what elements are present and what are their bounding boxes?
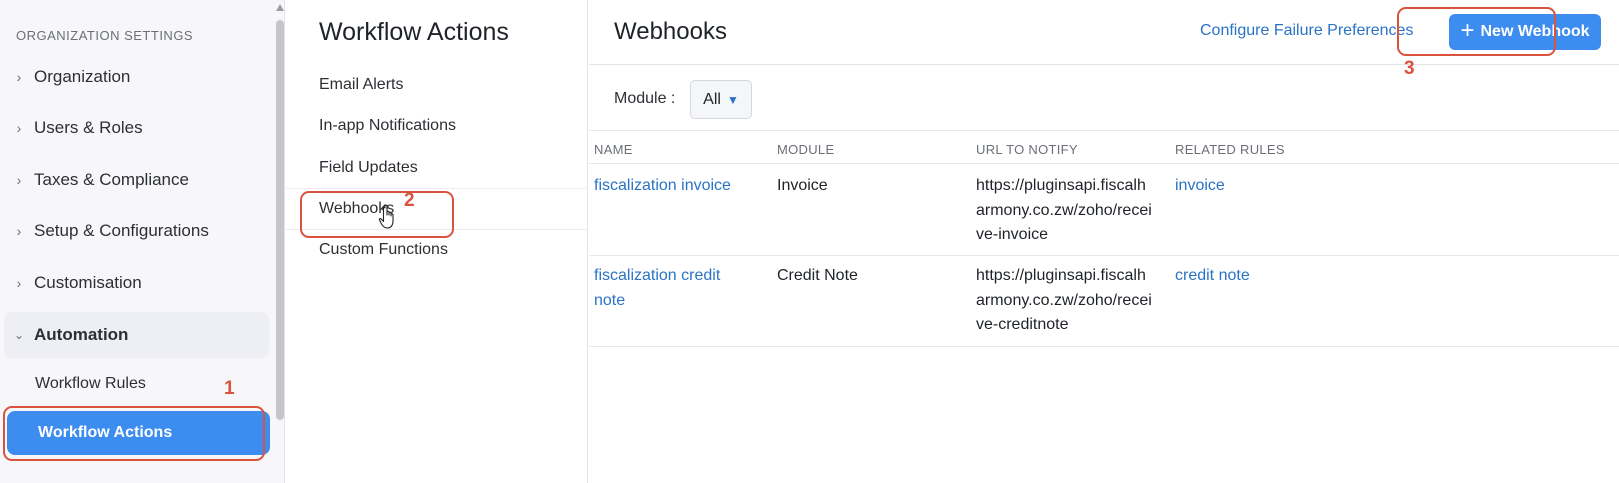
- sidebar-item-label: Organization: [34, 67, 131, 86]
- chevron-right-icon: ›: [16, 223, 22, 239]
- module-filter-value: All: [703, 90, 721, 108]
- webhook-name-line: fiscalization credit: [594, 267, 721, 284]
- page-title: Webhooks: [614, 18, 727, 45]
- sidebar-item-users-roles[interactable]: › Users & Roles: [4, 105, 269, 151]
- sidebar-item-label: Customisation: [34, 273, 142, 292]
- chevron-right-icon: ›: [16, 172, 22, 188]
- annotation-number-3: 3: [1404, 58, 1415, 79]
- webhook-module: Invoice: [777, 177, 828, 194]
- related-rule-link[interactable]: credit note: [1175, 264, 1250, 289]
- annotation-box-3: [1397, 7, 1556, 56]
- sidebar-item-customisation[interactable]: › Customisation: [4, 260, 269, 306]
- chevron-down-icon: ⌄: [13, 328, 25, 342]
- sidebar-item-label: Taxes & Compliance: [34, 170, 189, 189]
- related-rule-link[interactable]: invoice: [1175, 174, 1225, 199]
- webhook-module: Credit Note: [777, 267, 858, 284]
- sidebar-item-label: Automation: [34, 325, 129, 344]
- panel-title: Workflow Actions: [319, 18, 509, 46]
- workflow-actions-panel: Workflow Actions Email Alerts In-app Not…: [286, 0, 588, 483]
- sidebar-item-organization[interactable]: › Organization: [4, 54, 269, 100]
- annotation-number-2: 2: [404, 190, 415, 211]
- nav-item-in-app-notifications[interactable]: In-app Notifications: [286, 105, 588, 147]
- url-line: ve-invoice: [976, 226, 1049, 243]
- header-divider: [589, 64, 1619, 65]
- url-line: ve-creditnote: [976, 316, 1069, 333]
- chevron-right-icon: ›: [16, 69, 22, 85]
- column-header-related-rules: RELATED RULES: [1175, 142, 1285, 157]
- column-header-url: URL TO NOTIFY: [976, 142, 1078, 157]
- webhook-name-link[interactable]: fiscalization credit note: [594, 264, 720, 313]
- annotation-box-1: [3, 406, 265, 461]
- table-header-divider: [589, 163, 1619, 164]
- table-top-divider: [589, 130, 1619, 131]
- chevron-right-icon: ›: [16, 120, 22, 136]
- sidebar-header: ORGANIZATION SETTINGS: [16, 28, 194, 43]
- sidebar-item-automation[interactable]: ⌄ Automation: [4, 312, 269, 358]
- sidebar-item-taxes-compliance[interactable]: › Taxes & Compliance: [4, 157, 269, 203]
- webhooks-main: Webhooks Configure Failure Preferences +…: [589, 0, 1619, 483]
- webhook-url: https://pluginsapi.fiscalh armony.co.zw/…: [976, 264, 1152, 338]
- sidebar-scrollbar[interactable]: [275, 0, 284, 483]
- scrollbar-thumb[interactable]: [276, 20, 284, 420]
- sidebar-item-label: Setup & Configurations: [34, 221, 209, 240]
- sidebar-item-setup-configurations[interactable]: › Setup & Configurations: [4, 208, 269, 254]
- url-line: armony.co.zw/zoho/recei: [976, 201, 1152, 219]
- row-divider: [589, 255, 1619, 256]
- chevron-down-icon: ▼: [726, 92, 739, 107]
- module-filter-label: Module :: [614, 90, 676, 107]
- url-line: https://pluginsapi.fiscalh: [976, 177, 1146, 194]
- scroll-up-arrow-icon[interactable]: [276, 4, 284, 11]
- annotation-number-1: 1: [224, 378, 235, 399]
- webhook-url: https://pluginsapi.fiscalh armony.co.zw/…: [976, 174, 1152, 248]
- hand-cursor-icon: [378, 204, 394, 229]
- webhook-name-line: fiscalization invoice: [594, 177, 731, 194]
- column-header-name: NAME: [594, 142, 633, 157]
- module-filter-select[interactable]: All ▼: [690, 80, 752, 119]
- url-line: https://pluginsapi.fiscalh: [976, 267, 1146, 284]
- annotation-box-2: [300, 191, 454, 238]
- webhook-name-link[interactable]: fiscalization invoice: [594, 174, 731, 199]
- nav-item-field-updates[interactable]: Field Updates: [286, 147, 588, 189]
- configure-failure-preferences-link[interactable]: Configure Failure Preferences: [1200, 22, 1413, 40]
- nav-item-email-alerts[interactable]: Email Alerts: [286, 64, 588, 106]
- chevron-right-icon: ›: [16, 275, 22, 291]
- sidebar-item-label: Users & Roles: [34, 118, 143, 137]
- webhook-name-line: note: [594, 291, 626, 309]
- column-header-module: MODULE: [777, 142, 835, 157]
- row-divider: [589, 346, 1619, 347]
- url-line: armony.co.zw/zoho/recei: [976, 291, 1152, 309]
